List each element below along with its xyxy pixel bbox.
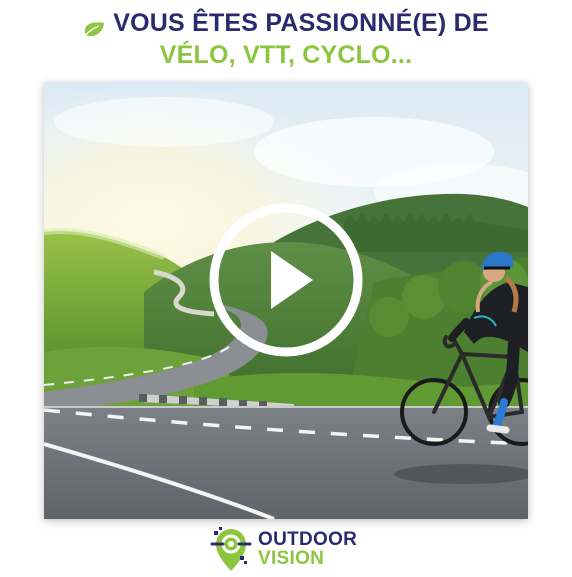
headline-line-1: VOUS ÊTES PASSIONNÉ(E) DE <box>0 8 572 38</box>
video-player[interactable] <box>44 82 528 519</box>
brand-logo: OUTDOOR VISION <box>210 524 357 574</box>
headline-line-2: VÉLO, VTT, CYCLO... <box>159 41 413 69</box>
headline-text-1: VOUS ÊTES PASSIONNÉ(E) DE <box>113 9 489 37</box>
brand-name-line-1: OUTDOOR <box>258 529 358 550</box>
map-pin-target-icon <box>210 527 252 571</box>
brand-name-line-2: VISION <box>258 548 325 569</box>
promo-header: VOUS ÊTES PASSIONNÉ(E) DE VÉLO, VTT, CYC… <box>0 8 572 70</box>
page: VOUS ÊTES PASSIONNÉ(E) DE VÉLO, VTT, CYC… <box>0 0 572 577</box>
play-button[interactable] <box>207 201 365 359</box>
brand-name: OUTDOOR VISION <box>258 530 357 568</box>
play-icon <box>209 203 363 357</box>
leaf-icon <box>83 15 105 37</box>
